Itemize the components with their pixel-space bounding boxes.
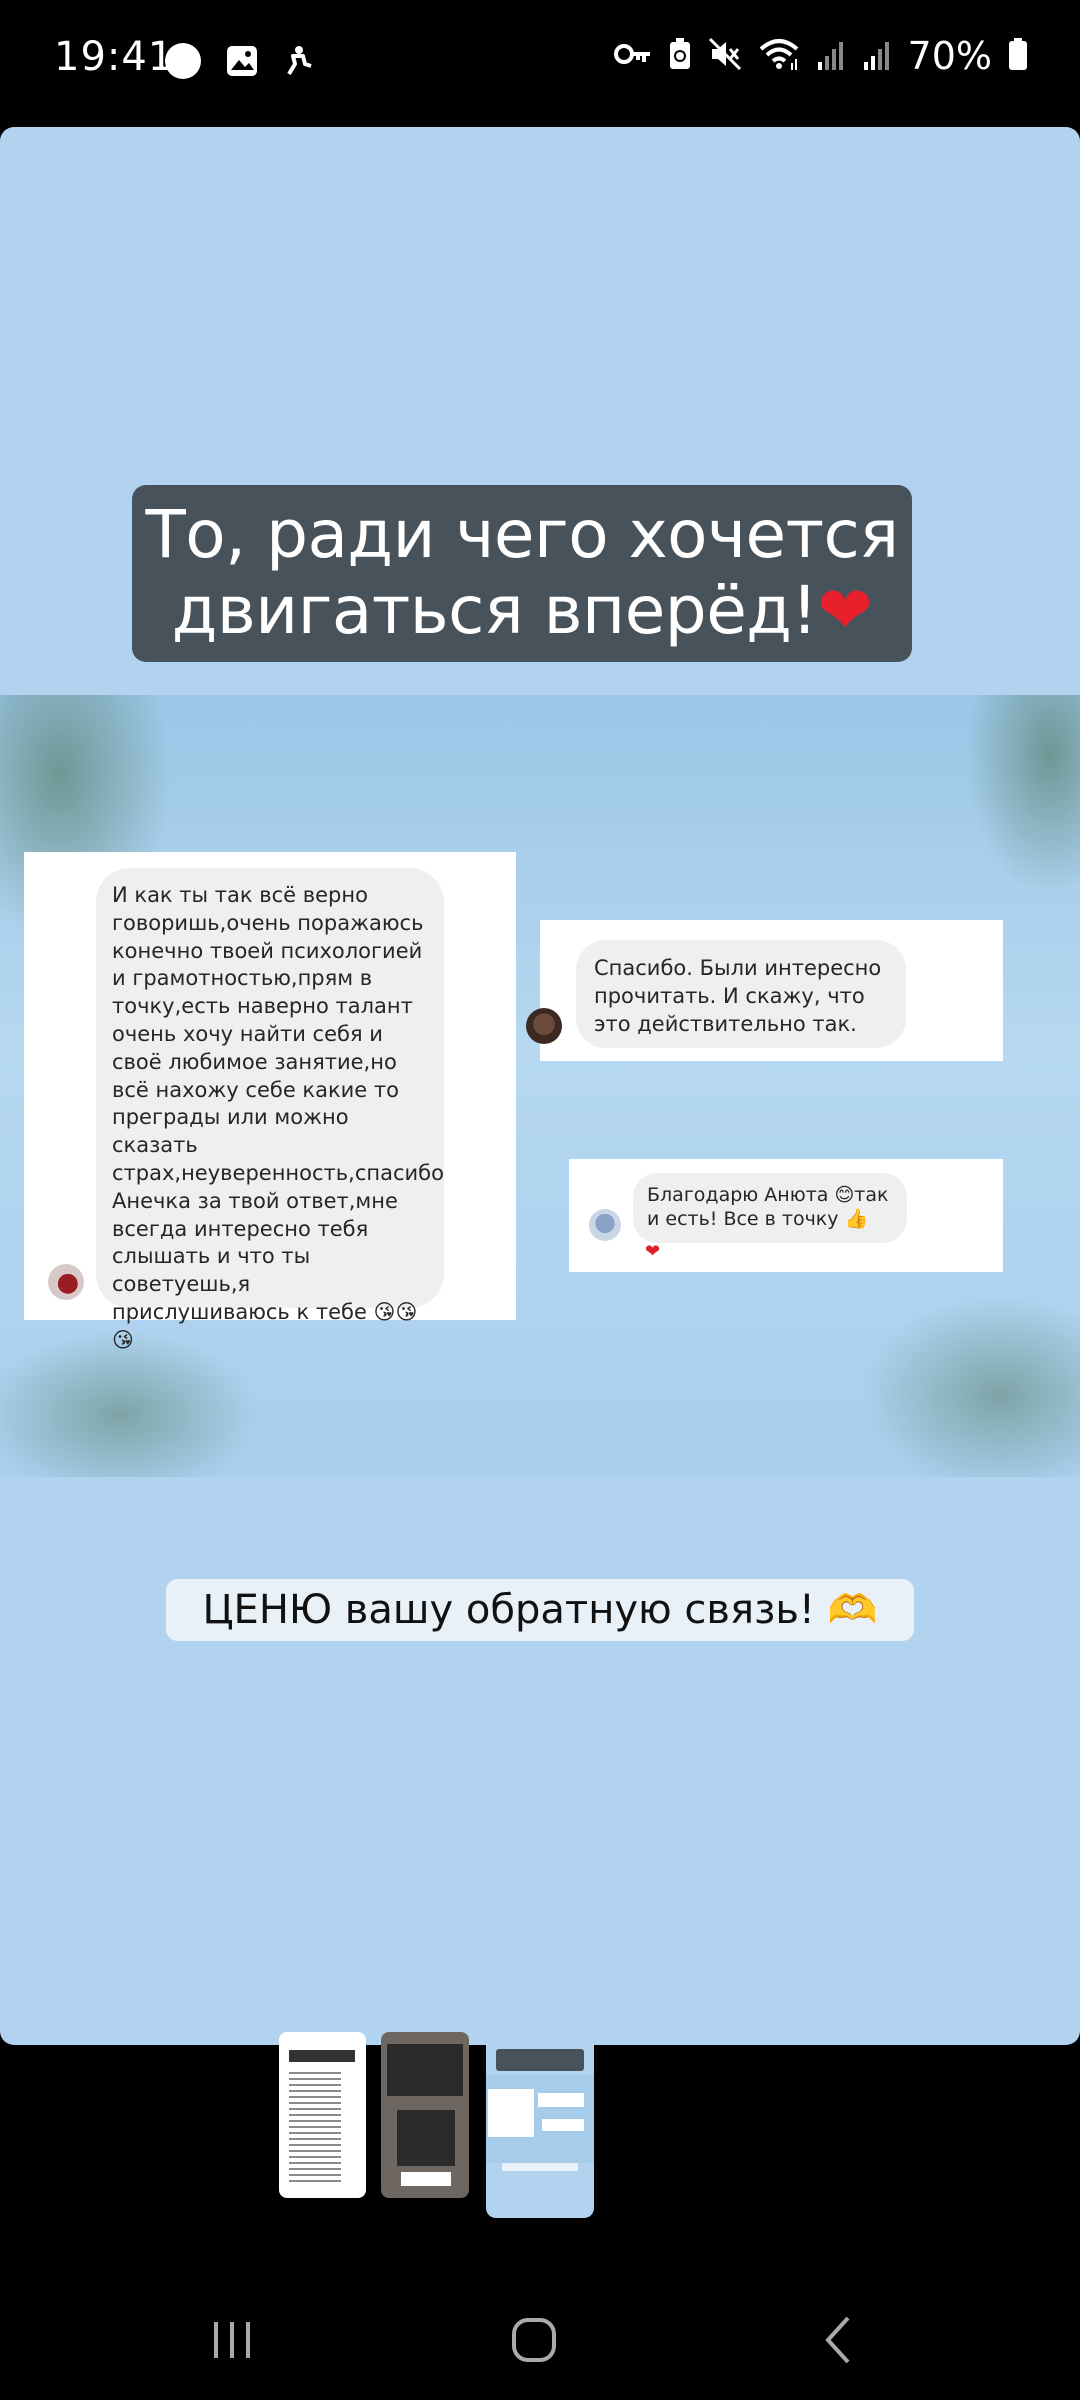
navigation-bar xyxy=(0,2270,1080,2400)
heart-reaction-icon: ❤ xyxy=(645,1241,661,1261)
thumbnail-photo xyxy=(486,2075,594,2163)
story-thumbnail[interactable] xyxy=(381,2032,469,2198)
thumbnail-block xyxy=(401,2172,451,2186)
system-icons: 70% xyxy=(613,34,1028,78)
story-thumbnail-selected[interactable] xyxy=(486,2013,594,2218)
story-title: То, ради чего хочется двигаться вперёд!❤ xyxy=(132,485,912,662)
thumbnail-text xyxy=(289,2072,341,2186)
status-time: 19:41 xyxy=(54,34,175,80)
battery-saver-icon xyxy=(668,37,692,76)
back-icon xyxy=(825,2316,850,2364)
thumbnail-title xyxy=(496,2049,584,2071)
avatar xyxy=(48,1264,84,1300)
heart-hands-emoji: 🫶 xyxy=(827,1587,878,1633)
message-screenshot: Благодарю Анюта 😊так и есть! Все в точку… xyxy=(569,1159,1003,1272)
key-icon xyxy=(613,40,652,73)
story-thumbnail[interactable] xyxy=(279,2032,366,2198)
message-bubble: И как ты так всё верно говоришь,очень по… xyxy=(96,868,444,1352)
thumbnail-block xyxy=(387,2044,463,2096)
status-bar: 19:41 70% xyxy=(0,0,1080,120)
thumbnail-block xyxy=(488,2089,534,2137)
caption-text: ЦЕНЮ вашу обратную связь! xyxy=(202,1587,815,1633)
recent-apps-button[interactable] xyxy=(192,2310,272,2370)
story-caption: ЦЕНЮ вашу обратную связь! 🫶 xyxy=(166,1579,914,1641)
signal-icon xyxy=(862,38,892,75)
message-screenshot: И как ты так всё верно говоришь,очень по… xyxy=(24,852,516,1352)
thumbnail-block xyxy=(538,2093,584,2107)
heart-emoji: ❤ xyxy=(817,572,873,649)
wifi-icon xyxy=(758,37,800,76)
story-card[interactable]: То, ради чего хочется двигаться вперёд!❤… xyxy=(0,127,1080,2045)
story-title-text: То, ради чего хочется двигаться вперёд! xyxy=(145,496,899,649)
message-screenshot: Спасибо. Были интересно прочитать. И ска… xyxy=(526,920,1003,1061)
back-button[interactable] xyxy=(798,2310,878,2370)
thumbnail-caption xyxy=(502,2163,578,2171)
signal-icon xyxy=(816,38,846,75)
avatar xyxy=(589,1209,621,1241)
recent-apps-icon xyxy=(214,2322,250,2358)
accessibility-icon xyxy=(281,44,315,83)
thumbnail-block xyxy=(397,2110,455,2166)
notification-icons xyxy=(163,41,315,86)
home-button[interactable] xyxy=(494,2310,574,2370)
circle-notification-icon xyxy=(163,41,203,86)
image-icon xyxy=(225,44,259,83)
message-bubble: Спасибо. Были интересно прочитать. И ска… xyxy=(576,940,906,1048)
mute-icon xyxy=(708,37,742,76)
thumbnail-title xyxy=(289,2050,355,2062)
message-bubble: Благодарю Анюта 😊так и есть! Все в точку… xyxy=(633,1173,907,1243)
battery-percent: 70% xyxy=(907,34,992,78)
battery-icon xyxy=(1008,37,1028,76)
home-icon xyxy=(512,2318,556,2362)
avatar xyxy=(526,1008,562,1044)
thumbnail-block xyxy=(542,2119,584,2131)
